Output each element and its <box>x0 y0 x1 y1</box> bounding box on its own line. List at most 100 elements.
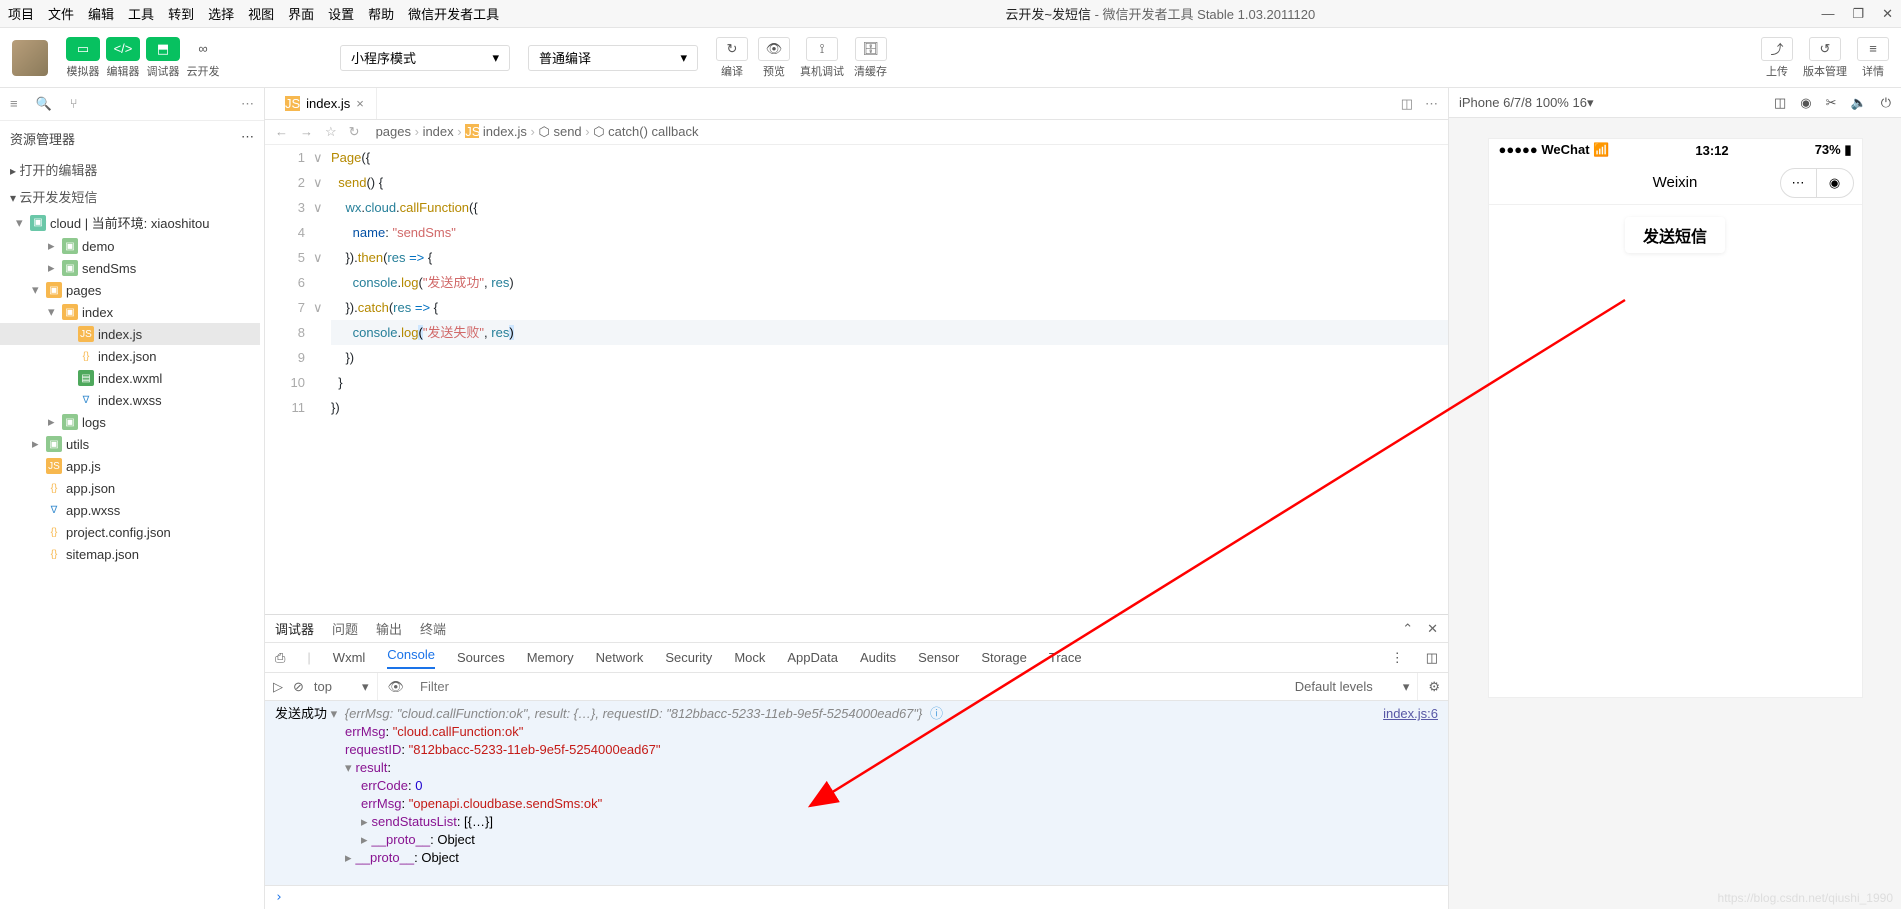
devtab-wxml[interactable]: Wxml <box>333 650 366 665</box>
close-icon[interactable]: × <box>356 96 364 111</box>
bookmark-icon[interactable]: ☆ <box>325 124 337 140</box>
maximize-icon[interactable]: ❐ <box>1852 6 1864 22</box>
back-icon[interactable]: ← <box>275 124 288 140</box>
devtab-trace[interactable]: Trace <box>1049 650 1082 665</box>
clear-icon[interactable]: ⊘ <box>293 679 304 695</box>
devtab-sources[interactable]: Sources <box>457 650 505 665</box>
tree-item-pages[interactable]: ▾▣pages <box>0 279 260 301</box>
sound-icon[interactable]: 🔈 <box>1851 95 1867 111</box>
devtab-audits[interactable]: Audits <box>860 650 896 665</box>
user-avatar[interactable] <box>12 40 48 76</box>
console-prompt[interactable]: › <box>265 885 1448 909</box>
simulator-button[interactable]: ▭模拟器 <box>66 37 100 79</box>
split-icon[interactable]: ◫ <box>1401 96 1413 112</box>
compile-button[interactable]: ↻编译 <box>716 37 748 79</box>
menu-帮助[interactable]: 帮助 <box>368 4 394 23</box>
devtab-console[interactable]: Console <box>387 647 435 669</box>
search-icon[interactable]: 🔍 <box>36 96 52 112</box>
menu-设置[interactable]: 设置 <box>328 4 354 23</box>
tree-item-sendSms[interactable]: ▸▣sendSms <box>0 257 260 279</box>
menu-icon[interactable]: ⋯ <box>1781 169 1817 197</box>
devtab-mock[interactable]: Mock <box>734 650 765 665</box>
play-icon[interactable]: ▷ <box>273 679 283 695</box>
detail-button[interactable]: ≡详情 <box>1857 37 1889 79</box>
close-icon[interactable]: ✕ <box>1427 621 1438 637</box>
close-icon[interactable]: ✕ <box>1882 6 1893 22</box>
preview-button[interactable]: 👁预览 <box>758 37 790 79</box>
menu-选择[interactable]: 选择 <box>208 4 234 23</box>
chevron-down-icon[interactable]: ▾ <box>1587 95 1594 111</box>
history-icon[interactable]: ↻ <box>349 124 360 140</box>
debugger-tab[interactable]: 调试器 <box>275 619 314 638</box>
devtab-storage[interactable]: Storage <box>981 650 1027 665</box>
terminal-tab[interactable]: 终端 <box>420 619 446 638</box>
tree-item-index.js[interactable]: JSindex.js <box>0 323 260 345</box>
menu-文件[interactable]: 文件 <box>48 4 74 23</box>
devtab-network[interactable]: Network <box>596 650 644 665</box>
tree-item-sitemap.json[interactable]: {}sitemap.json <box>0 543 260 565</box>
devtab-sensor[interactable]: Sensor <box>918 650 959 665</box>
record-icon[interactable]: ◉ <box>1800 95 1811 111</box>
menu-项目[interactable]: 项目 <box>8 4 34 23</box>
send-sms-button[interactable]: 发送短信 <box>1625 217 1725 253</box>
menu-微信开发者工具[interactable]: 微信开发者工具 <box>408 4 499 23</box>
source-link[interactable]: index.js:6 <box>1383 705 1438 723</box>
minimize-icon[interactable]: — <box>1821 6 1834 22</box>
menu-编辑[interactable]: 编辑 <box>88 4 114 23</box>
menu-界面[interactable]: 界面 <box>288 4 314 23</box>
console-output[interactable]: 发送成功 ▾ {errMsg: "cloud.callFunction:ok",… <box>265 701 1448 885</box>
version-button[interactable]: ↺版本管理 <box>1803 37 1847 79</box>
mode-dropdown[interactable]: 小程序模式▾ <box>340 45 510 71</box>
tree-item-demo[interactable]: ▸▣demo <box>0 235 260 257</box>
gear-icon[interactable]: ⚙ <box>1428 679 1440 695</box>
chevron-up-icon[interactable]: ⌃ <box>1402 621 1413 637</box>
tab-index-js[interactable]: JSindex.js× <box>273 88 377 119</box>
more-icon[interactable]: ⋯ <box>241 129 254 148</box>
output-tab[interactable]: 输出 <box>376 619 402 638</box>
tree-item-utils[interactable]: ▸▣utils <box>0 433 260 455</box>
tree-item-index[interactable]: ▾▣index <box>0 301 260 323</box>
inspect-icon[interactable]: ⎙ <box>275 650 285 666</box>
debugger-button[interactable]: ⬒调试器 <box>146 37 180 79</box>
eye-icon[interactable]: 👁 <box>388 679 405 695</box>
filter-input[interactable] <box>414 673 1285 700</box>
list-icon[interactable]: ≡ <box>10 96 18 112</box>
compile-mode-dropdown[interactable]: 普通编译▾ <box>528 45 698 71</box>
branch-icon[interactable]: ⑂ <box>70 96 78 112</box>
remote-debug-button[interactable]: ⟟真机调试 <box>800 37 844 79</box>
tree-item-app.json[interactable]: {}app.json <box>0 477 260 499</box>
kebab-icon[interactable]: ⋮ <box>1391 650 1404 666</box>
problems-tab[interactable]: 问题 <box>332 619 358 638</box>
tree-item-project.config.json[interactable]: {}project.config.json <box>0 521 260 543</box>
cut-icon[interactable]: ✂ <box>1826 95 1837 111</box>
tree-item-index.wxss[interactable]: ∇index.wxss <box>0 389 260 411</box>
devtab-security[interactable]: Security <box>665 650 712 665</box>
open-editors-header[interactable]: ▸ 打开的编辑器 <box>0 156 264 183</box>
clear-cache-button[interactable]: 🗄清缓存 <box>854 37 887 79</box>
menu-视图[interactable]: 视图 <box>248 4 274 23</box>
code-editor[interactable]: 1234567891011 ∨∨∨ ∨ ∨ Page({ send() { wx… <box>265 145 1448 614</box>
menu-工具[interactable]: 工具 <box>128 4 154 23</box>
tree-item-app.js[interactable]: JSapp.js <box>0 455 260 477</box>
tree-item-app.wxss[interactable]: ∇app.wxss <box>0 499 260 521</box>
devtab-appdata[interactable]: AppData <box>787 650 838 665</box>
dock-icon[interactable]: ◫ <box>1426 650 1438 666</box>
context-dropdown[interactable]: top▾ <box>314 673 378 700</box>
more-icon[interactable]: ⋯ <box>1425 96 1438 112</box>
tree-item-index.json[interactable]: {}index.json <box>0 345 260 367</box>
devtab-memory[interactable]: Memory <box>527 650 574 665</box>
tree-item-index.wxml[interactable]: ▤index.wxml <box>0 367 260 389</box>
cloud-env-folder[interactable]: ▾▣cloud | 当前环境: xiaoshitou <box>0 210 264 235</box>
dock-icon[interactable]: ◫ <box>1774 95 1786 111</box>
menu-转到[interactable]: 转到 <box>168 4 194 23</box>
cloud-button[interactable]: ∞云开发 <box>186 37 220 79</box>
forward-icon[interactable]: → <box>300 124 313 140</box>
capsule-button[interactable]: ⋯ ◉ <box>1780 168 1854 198</box>
power-icon[interactable]: ⏻ <box>1881 95 1891 111</box>
levels-dropdown[interactable]: Default levels▾ <box>1295 673 1419 700</box>
upload-button[interactable]: ⤴上传 <box>1761 37 1793 79</box>
target-icon[interactable]: ◉ <box>1817 169 1853 197</box>
project-header[interactable]: ▾ 云开发发短信 <box>0 183 264 210</box>
more-icon[interactable]: ⋯ <box>241 96 254 112</box>
editor-button[interactable]: </>编辑器 <box>106 37 140 79</box>
